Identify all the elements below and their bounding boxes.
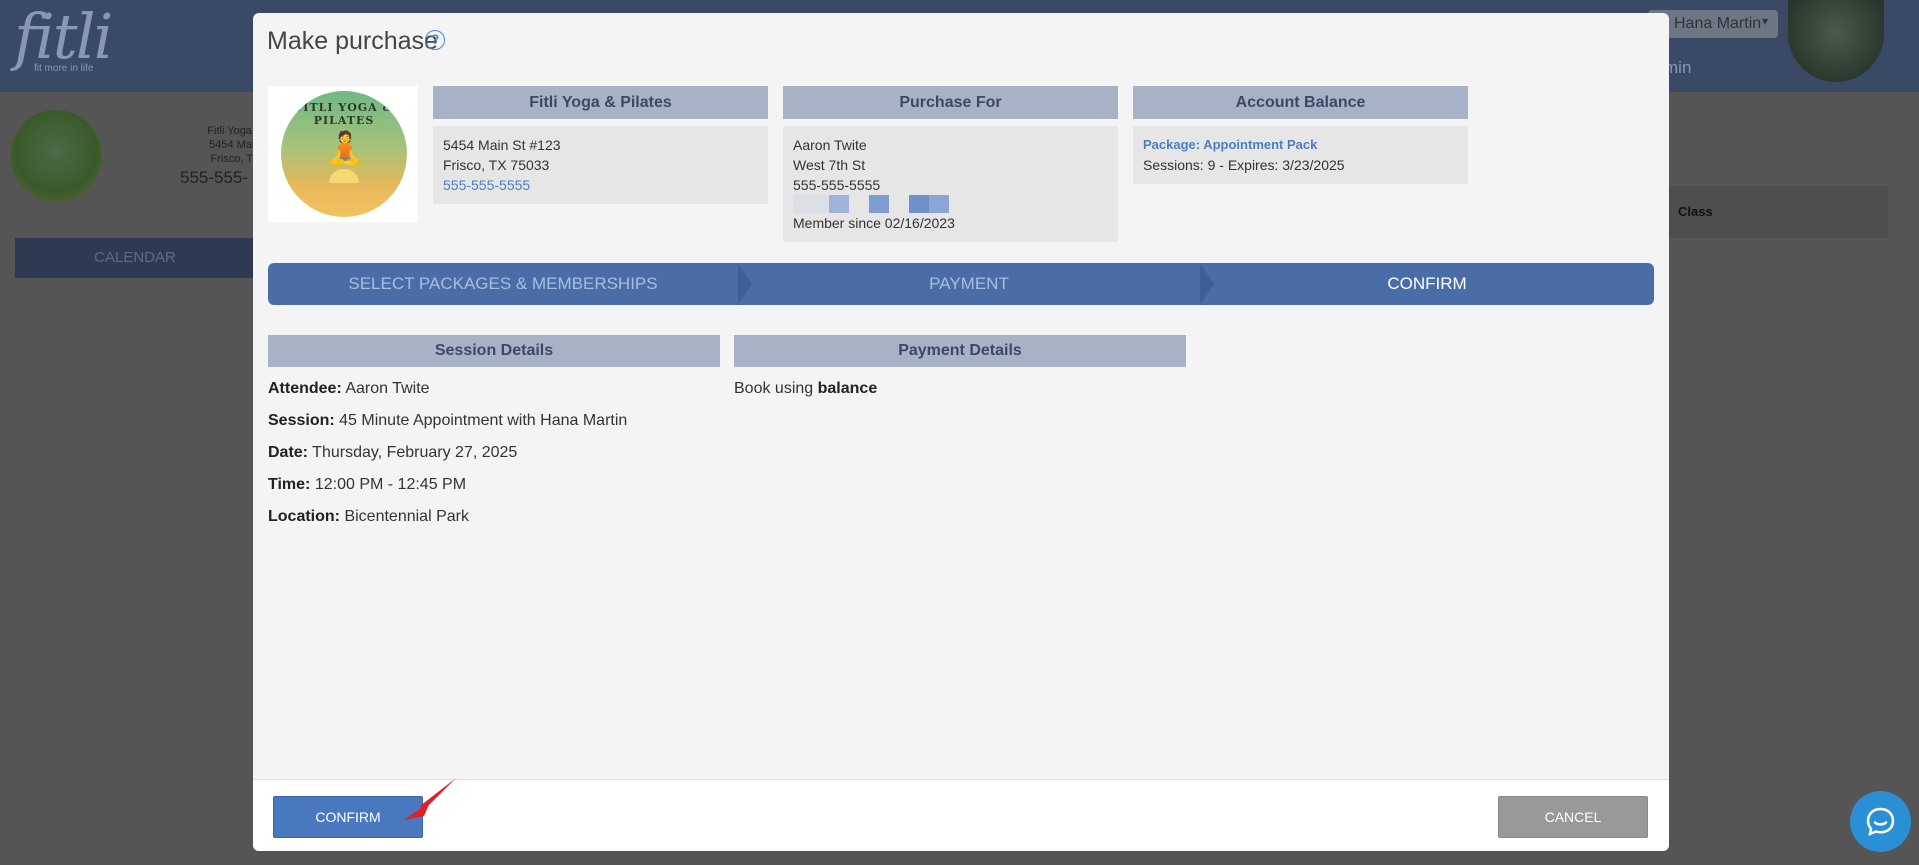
member-phone: 555-555-5555 <box>793 177 881 193</box>
member-street: West 7th St <box>793 157 866 173</box>
account-balance-body: Package: Appointment Pack Sessions: 9 - … <box>1133 126 1468 184</box>
chat-support-button[interactable] <box>1850 791 1911 852</box>
step-select-packages[interactable]: SELECT PACKAGES & MEMBERSHIPS <box>268 263 738 305</box>
payment-method-line: Book using balance <box>734 380 878 397</box>
studio-card-body: 5454 Main St #123 Frisco, TX 75033 555-5… <box>433 126 768 204</box>
calendar-tab[interactable]: CALENDAR <box>15 238 255 278</box>
step-payment[interactable]: PAYMENT <box>738 263 1200 305</box>
chevron-down-icon: ▾ <box>1762 14 1769 28</box>
payment-details-header: Payment Details <box>734 335 1186 367</box>
attendee-line: Attendee: Aaron Twite <box>268 380 430 397</box>
studio-phone-link[interactable]: 555-555-5555 <box>443 175 758 195</box>
member-name: Aaron Twite <box>793 137 867 153</box>
session-line: Session: 45 Minute Appointment with Hana… <box>268 412 628 429</box>
payment-details: Payment Details Book using balance <box>734 335 1186 399</box>
account-balance-card: Account Balance Package: Appointment Pac… <box>1133 86 1468 184</box>
studio-address1: 5454 Main St #123 <box>443 137 561 153</box>
chat-bubble-icon <box>1866 807 1895 837</box>
session-details-header: Session Details <box>268 335 720 367</box>
purchase-for-header: Purchase For <box>783 86 1118 119</box>
redacted-email <box>793 195 1108 213</box>
time-line: Time: 12:00 PM - 12:45 PM <box>268 476 467 493</box>
studio-logo-text: FITLI YOGA & PILATES <box>294 101 394 127</box>
purchase-for-card: Purchase For Aaron Twite West 7th St 555… <box>783 86 1118 242</box>
studio-logo-bg <box>10 110 102 202</box>
studio-card: Fitli Yoga & Pilates 5454 Main St #123 F… <box>433 86 768 204</box>
modal-title: Make purchase <box>267 27 438 55</box>
studio-card-header: Fitli Yoga & Pilates <box>433 86 768 119</box>
class-filter[interactable]: Class <box>1640 186 1888 238</box>
studio-logo: FITLI YOGA & PILATES 🧘 <box>281 91 407 217</box>
meditation-figure-icon: 🧘 <box>325 130 365 166</box>
make-purchase-modal: Make purchase ? FITLI YOGA & PILATES 🧘 F… <box>253 13 1669 851</box>
purchase-stepper: SELECT PACKAGES & MEMBERSHIPS PAYMENT CO… <box>268 263 1654 305</box>
studio-logo-box: FITLI YOGA & PILATES 🧘 <box>268 86 418 222</box>
step-confirm[interactable]: CONFIRM <box>1200 263 1654 305</box>
date-line: Date: Thursday, February 27, 2025 <box>268 444 518 461</box>
question-circle-icon[interactable]: ? <box>425 30 445 50</box>
studio-phone-bg: 555-555- <box>180 168 249 187</box>
cancel-button[interactable]: CANCEL <box>1498 796 1648 838</box>
package-link[interactable]: Package: Appointment Pack <box>1143 135 1458 155</box>
modal-footer: CONFIRM CANCEL <box>253 779 1669 851</box>
red-arrow-annotation-icon <box>404 778 456 820</box>
location-line: Location: Bicentennial Park <box>268 508 469 525</box>
sessions-expires: Sessions: 9 - Expires: 3/23/2025 <box>1143 157 1345 173</box>
studio-address2: Frisco, TX 75033 <box>443 157 550 173</box>
account-balance-header: Account Balance <box>1133 86 1468 119</box>
logo-tagline: fit more in life <box>34 63 94 74</box>
purchase-for-body: Aaron Twite West 7th St 555-555-5555 Mem… <box>783 126 1118 242</box>
session-details: Session Details Attendee: Aaron Twite Se… <box>268 335 720 527</box>
fitli-logo: fitli <box>14 0 113 73</box>
member-since: Member since 02/16/2023 <box>793 215 955 231</box>
sun-icon <box>329 169 359 183</box>
